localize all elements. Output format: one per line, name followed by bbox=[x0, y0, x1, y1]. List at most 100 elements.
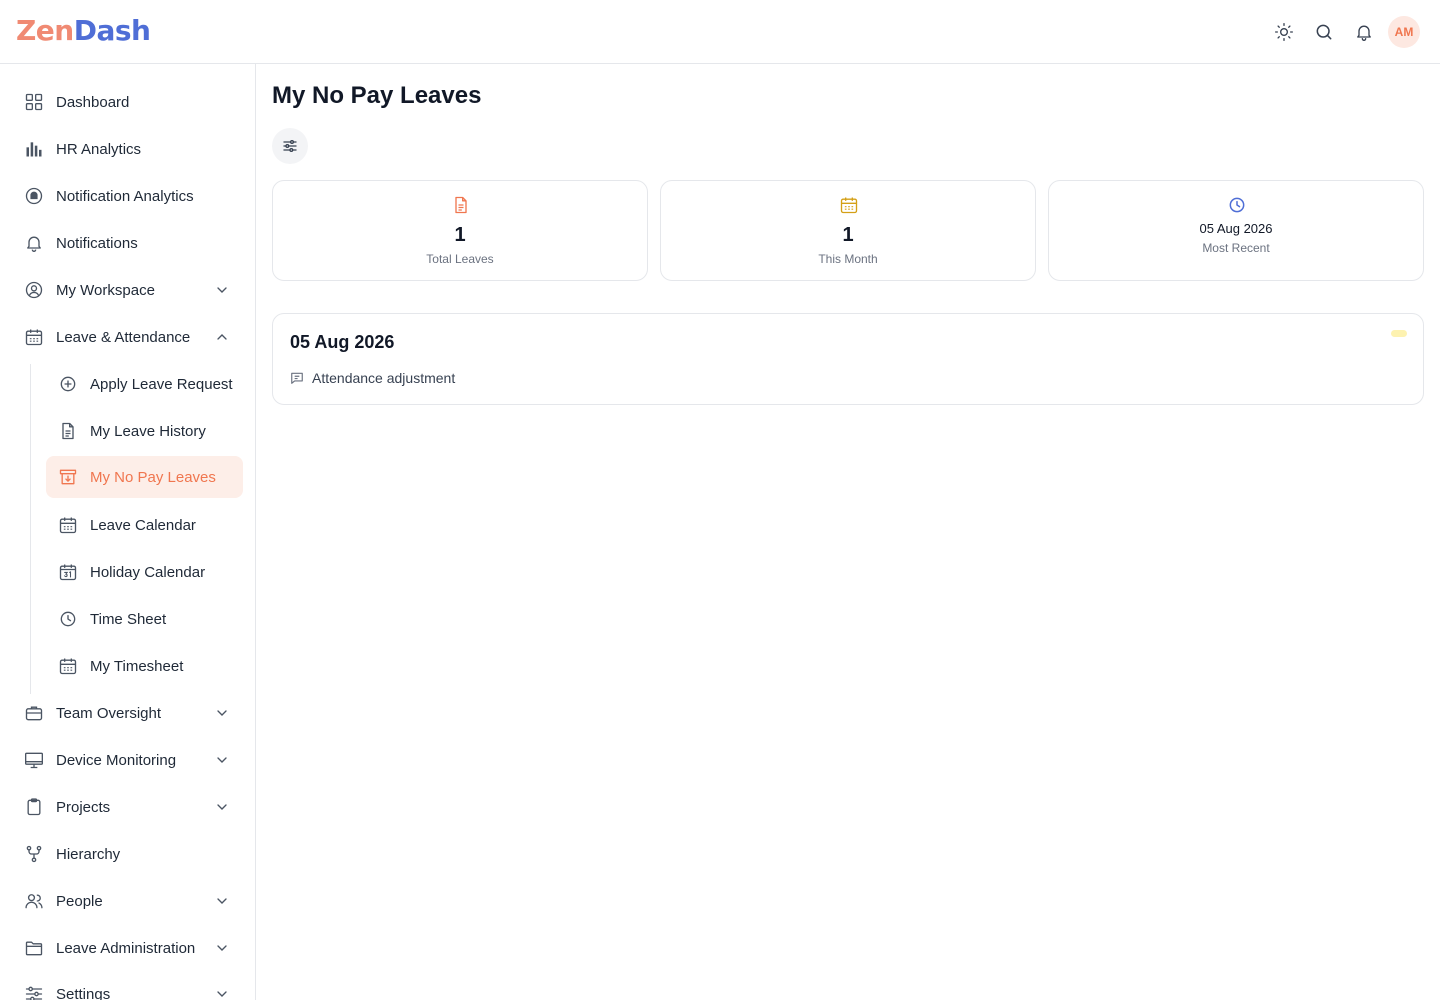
user-circle-icon bbox=[24, 280, 44, 300]
app-logo[interactable]: ZenDash bbox=[16, 14, 151, 47]
grid-icon bbox=[24, 92, 44, 112]
main-content: My No Pay Leaves 1 Total Leaves 1 This M… bbox=[256, 64, 1440, 1000]
notifications-button[interactable] bbox=[1348, 16, 1380, 48]
stat-value: 1 bbox=[454, 224, 466, 246]
sidebar-item-label: Projects bbox=[56, 798, 111, 816]
sidebar-item-notifications[interactable]: Notifications bbox=[12, 222, 244, 264]
sidebar-item-label: Apply Leave Request bbox=[90, 375, 233, 393]
sidebar-item-leave-calendar[interactable]: Leave Calendar bbox=[46, 504, 243, 546]
stat-card-most-recent: 05 Aug 2026 Most Recent bbox=[1048, 180, 1424, 281]
sidebar-item-label: Leave Administration bbox=[56, 939, 196, 957]
chevron-down-icon bbox=[217, 898, 227, 904]
calendar-31-icon bbox=[58, 562, 78, 582]
sidebar-item-leave-administration[interactable]: Leave Administration bbox=[12, 927, 244, 969]
sidebar-item-label: People bbox=[56, 892, 103, 910]
avatar[interactable]: AM bbox=[1388, 16, 1420, 48]
sidebar-item-label: Device Monitoring bbox=[56, 751, 177, 769]
stat-card-this-month: 1 This Month bbox=[660, 180, 1036, 281]
search-button[interactable] bbox=[1308, 16, 1340, 48]
submenu-divider bbox=[30, 364, 31, 694]
sidebar-item-my-leave-history[interactable]: My Leave History bbox=[46, 410, 243, 452]
sidebar-item-label: Team Oversight bbox=[56, 704, 162, 722]
sidebar-item-notification-analytics[interactable]: Notification Analytics bbox=[12, 175, 244, 217]
stat-value: 05 Aug 2026 bbox=[1199, 221, 1273, 236]
sidebar: Dashboard HR Analytics Notification Anal… bbox=[0, 64, 256, 1000]
sidebar-item-label: Dashboard bbox=[56, 93, 130, 111]
users-icon bbox=[24, 891, 44, 911]
sidebar-item-time-sheet[interactable]: Time Sheet bbox=[46, 598, 243, 640]
sidebar-item-team-oversight[interactable]: Team Oversight bbox=[12, 692, 244, 734]
branch-icon bbox=[24, 844, 44, 864]
stat-label: Most Recent bbox=[1202, 241, 1270, 255]
sidebar-item-label: My Timesheet bbox=[90, 657, 184, 675]
sidebar-item-hierarchy[interactable]: Hierarchy bbox=[12, 833, 244, 875]
sidebar-item-dashboard[interactable]: Dashboard bbox=[12, 81, 244, 123]
chevron-down-icon bbox=[217, 757, 227, 763]
stat-card-total-leaves: 1 Total Leaves bbox=[272, 180, 648, 281]
sidebar-item-hr-analytics[interactable]: HR Analytics bbox=[12, 128, 244, 170]
calendar-icon bbox=[58, 656, 78, 676]
sidebar-item-label: Time Sheet bbox=[90, 610, 167, 628]
sidebar-item-label: Holiday Calendar bbox=[90, 563, 206, 581]
monitor-icon bbox=[24, 750, 44, 770]
sidebar-item-leave-attendance[interactable]: Leave & Attendance bbox=[12, 316, 244, 358]
sidebar-item-my-workspace[interactable]: My Workspace bbox=[12, 269, 244, 311]
document-icon bbox=[58, 421, 78, 441]
chevron-down-icon bbox=[217, 804, 227, 810]
stat-label: This Month bbox=[818, 252, 878, 266]
sidebar-item-label: Leave & Attendance bbox=[56, 328, 191, 346]
sidebar-item-label: Leave Calendar bbox=[90, 516, 196, 534]
chevron-up-icon bbox=[217, 334, 227, 340]
stat-label: Total Leaves bbox=[426, 252, 494, 266]
bell-icon bbox=[24, 233, 44, 253]
bell-icon bbox=[1357, 25, 1371, 41]
document-icon bbox=[455, 196, 467, 214]
sidebar-item-apply-leave-request[interactable]: Apply Leave Request bbox=[46, 363, 243, 405]
sidebar-item-label: Hierarchy bbox=[56, 845, 121, 863]
sidebar-item-label: My No Pay Leaves bbox=[90, 468, 216, 486]
sidebar-item-label: Notifications bbox=[56, 234, 138, 252]
chevron-down-icon bbox=[217, 991, 227, 997]
leave-reason-text: Attendance adjustment bbox=[312, 370, 456, 386]
header-actions: AM bbox=[1268, 16, 1420, 48]
sidebar-item-label: Settings bbox=[56, 985, 111, 1000]
filter-sliders-icon bbox=[283, 140, 297, 152]
theme-toggle-button[interactable] bbox=[1268, 16, 1300, 48]
sidebar-item-people[interactable]: People bbox=[12, 880, 244, 922]
search-icon bbox=[1316, 24, 1332, 40]
sidebar-item-projects[interactable]: Projects bbox=[12, 786, 244, 828]
sidebar-item-device-monitoring[interactable]: Device Monitoring bbox=[12, 739, 244, 781]
sidebar-item-label: My Leave History bbox=[90, 422, 206, 440]
sidebar-item-holiday-calendar[interactable]: Holiday Calendar bbox=[46, 551, 243, 593]
briefcase-icon bbox=[24, 703, 44, 723]
leave-date: 05 Aug 2026 bbox=[290, 332, 395, 352]
clipboard-icon bbox=[24, 797, 44, 817]
sidebar-item-label: My Workspace bbox=[56, 281, 155, 299]
chevron-down-icon bbox=[217, 710, 227, 716]
sidebar-item-settings[interactable]: Settings bbox=[12, 973, 244, 1000]
bell-circle-icon bbox=[24, 186, 44, 206]
sun-icon bbox=[1275, 23, 1293, 41]
status-badge bbox=[1391, 330, 1407, 337]
chevron-down-icon bbox=[217, 287, 227, 293]
clock-icon bbox=[58, 609, 78, 629]
sidebar-item-label: Notification Analytics bbox=[56, 187, 194, 205]
folder-icon bbox=[24, 938, 44, 958]
plus-circle-icon bbox=[58, 374, 78, 394]
filter-button[interactable] bbox=[272, 128, 308, 164]
page-title: My No Pay Leaves bbox=[272, 82, 482, 109]
calendar-icon bbox=[24, 327, 44, 347]
sidebar-item-my-no-pay-leaves[interactable]: My No Pay Leaves bbox=[46, 456, 243, 498]
chevron-down-icon bbox=[217, 945, 227, 951]
bar-chart-icon bbox=[24, 139, 44, 159]
message-icon bbox=[291, 372, 303, 384]
archive-icon bbox=[58, 467, 78, 487]
leave-record-card[interactable]: 05 Aug 2026 Attendance adjustment bbox=[272, 313, 1424, 405]
calendar-icon bbox=[58, 515, 78, 535]
sidebar-item-label: HR Analytics bbox=[56, 140, 142, 158]
sidebar-item-my-timesheet[interactable]: My Timesheet bbox=[46, 645, 243, 687]
stat-value: 1 bbox=[842, 224, 854, 246]
calendar-icon bbox=[840, 197, 858, 214]
clock-icon bbox=[1229, 197, 1245, 213]
leave-reason: Attendance adjustment bbox=[290, 370, 455, 386]
